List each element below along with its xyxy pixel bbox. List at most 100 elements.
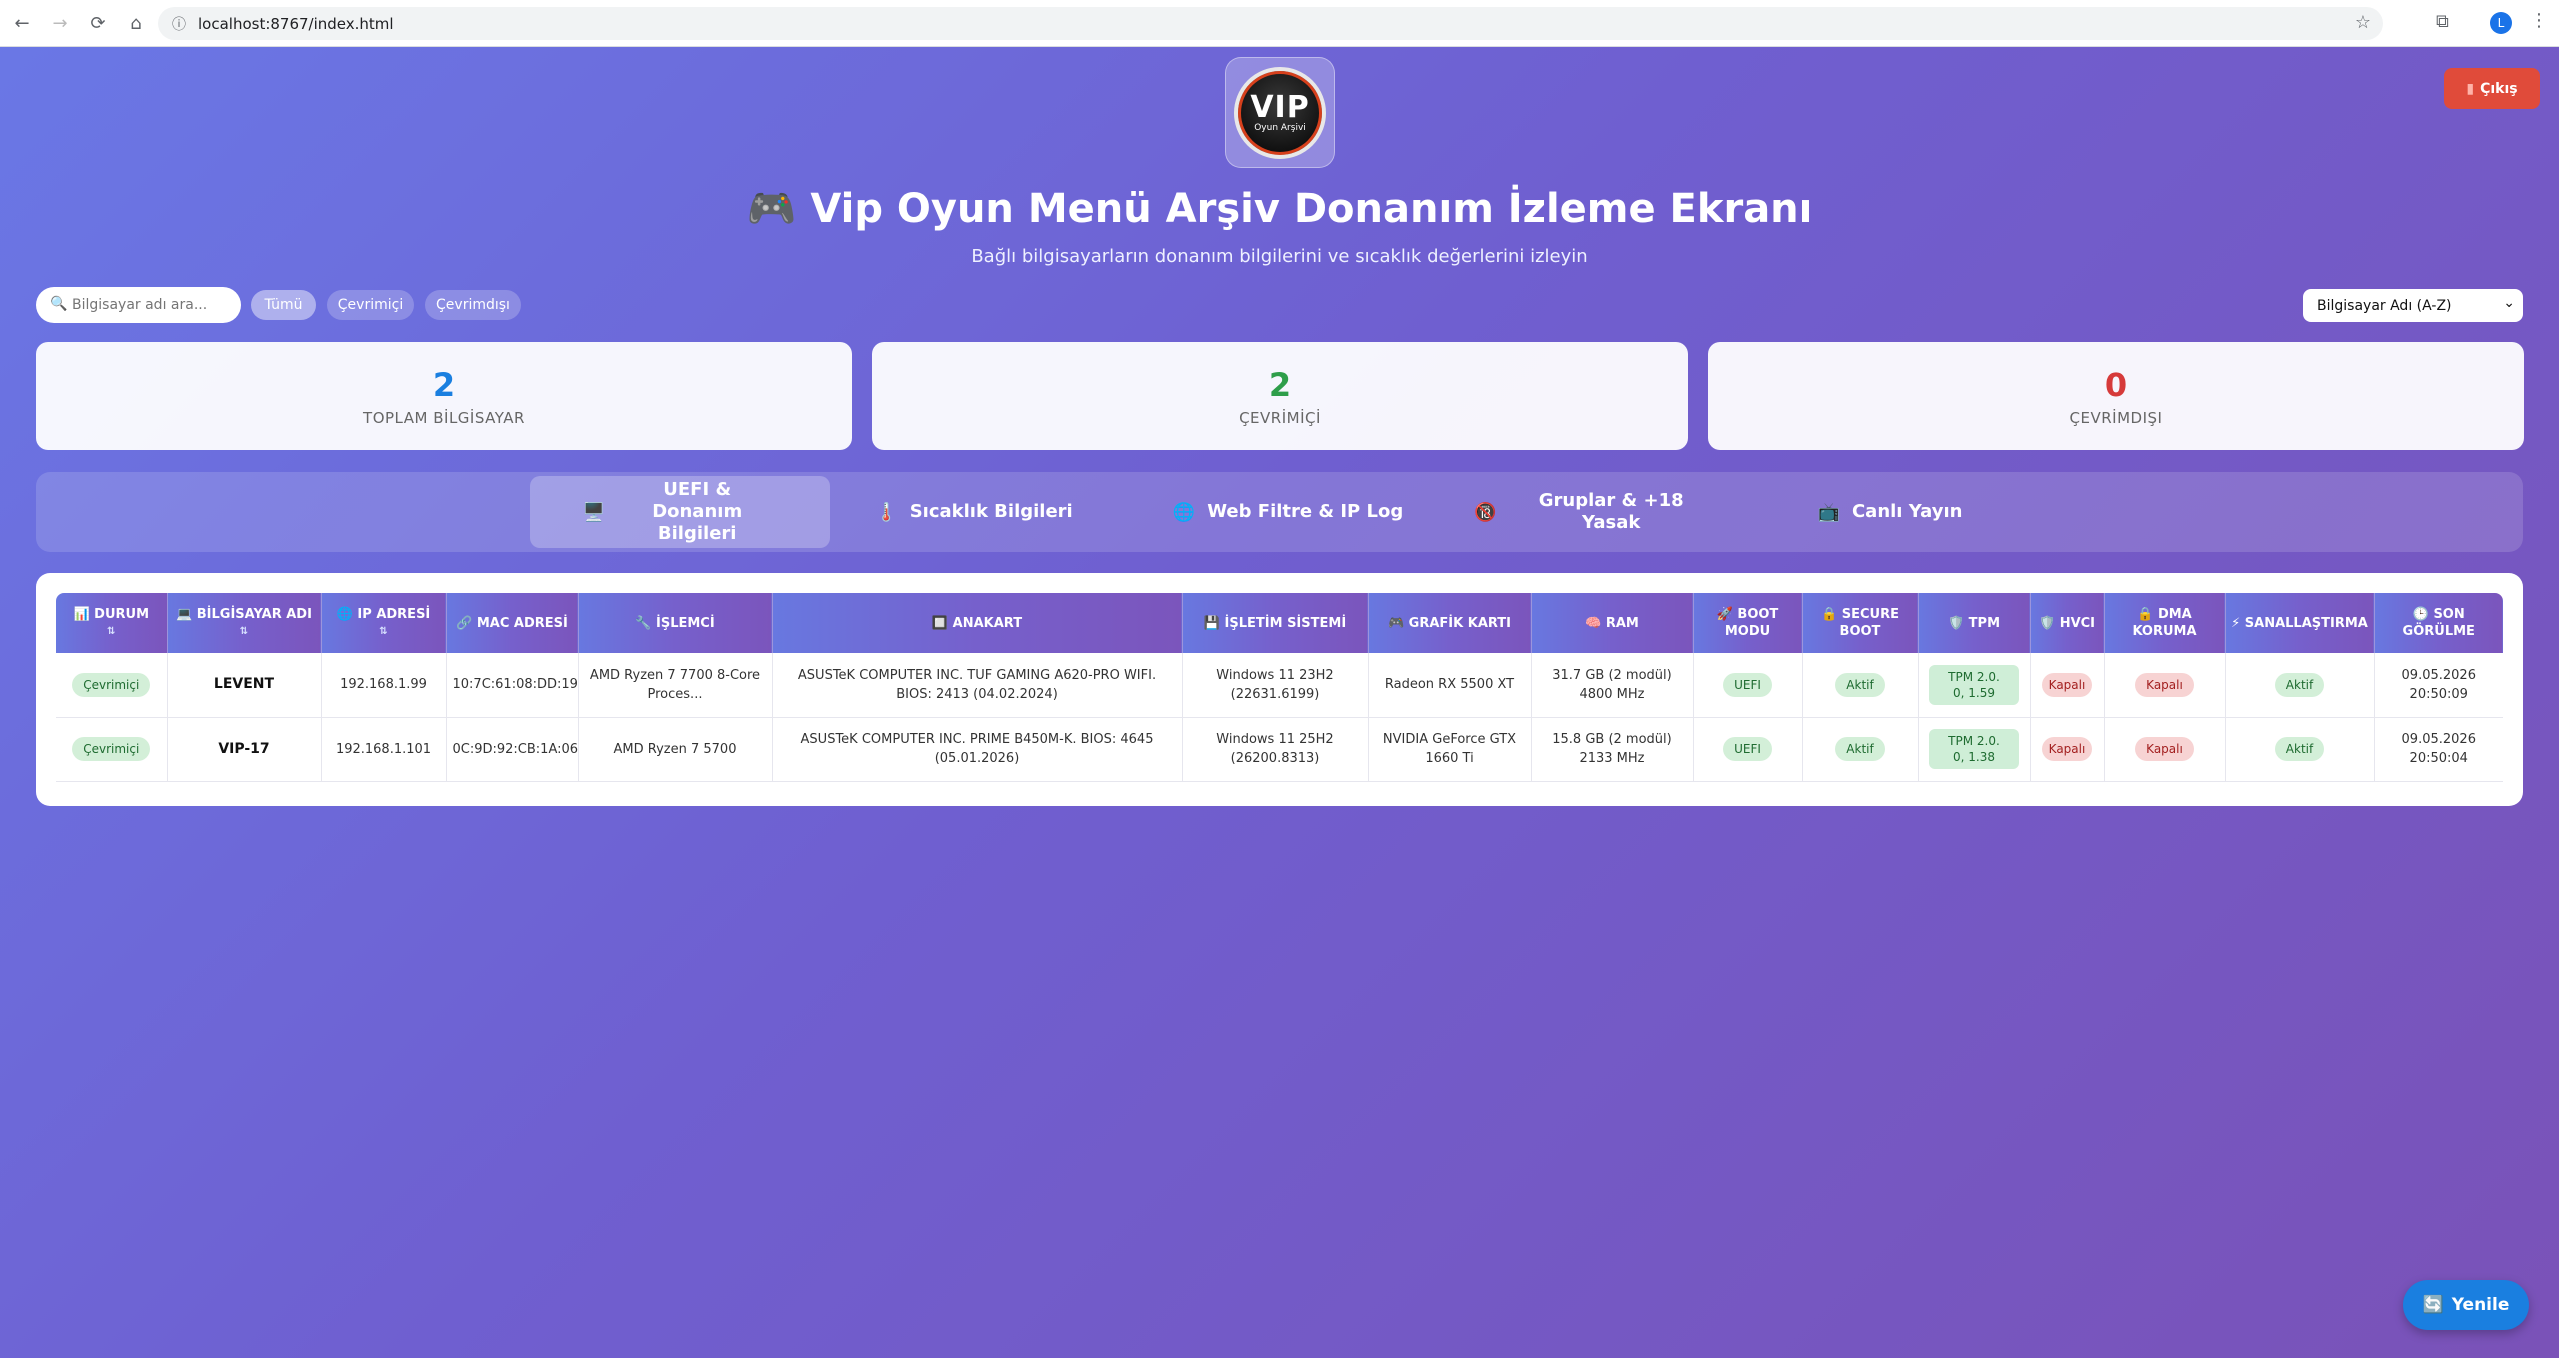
sort-icon: ⇅ [239, 626, 249, 637]
cell-dma: Kapalı [2104, 653, 2226, 718]
cell-gpu: Radeon RX 5500 XT [1368, 653, 1532, 718]
page-title: 🎮 Vip Oyun Menü Arşiv Donanım İzleme Ekr… [746, 186, 1813, 232]
boot-badge: UEFI [1723, 672, 1772, 697]
hvci-badge: Kapalı [2041, 672, 2093, 697]
col-mac: 🔗 MAC ADRESİ [446, 593, 579, 653]
col-hvci: 🛡️ HVCI [2030, 593, 2105, 653]
hardware-table-card: 📊 DURUM ⇅ 💻 BİLGİSAYAR ADI ⇅ 🌐 IP ADRESİ ⇅ … [36, 573, 2523, 806]
filter-online-button[interactable]: Çevrimiçi [327, 290, 414, 320]
home-icon[interactable]: ⌂ [120, 7, 152, 39]
page-subtitle: Bağlı bilgisayarların donanım bilgilerin… [971, 246, 1588, 267]
tab-label: Canlı Yayın [1851, 501, 1963, 522]
col-boot-mode: 🚀 BOOT MODU [1693, 593, 1803, 653]
col-status[interactable]: 📊 DURUM ⇅ [56, 593, 168, 653]
monitor-icon: 🖥️ [582, 501, 606, 523]
col-secure-boot: 🔒 SECURE BOOT [1802, 593, 1919, 653]
browser-menu-icon[interactable]: ⋮ [2530, 10, 2548, 31]
col-last-seen: 🕒 SON GÖRÜLME [2374, 593, 2503, 653]
tab-uefi-hardware[interactable]: 🖥️ UEFI & Donanım Bilgileri [530, 476, 830, 548]
stat-online-label: ÇEVRİMİÇİ [1239, 409, 1321, 427]
tab-web-filter[interactable]: 🌐 Web Filtre & IP Log [1168, 476, 1408, 548]
col-cpu: 🔧 İŞLEMCİ [578, 593, 773, 653]
site-info-icon[interactable]: ⓘ [172, 14, 186, 34]
table-row[interactable]: Çevrimiçi VIP-17 192.168.1.101 0C:9D:92:… [56, 717, 2503, 782]
browser-toolbar: ← → ⟳ ⌂ ⓘ localhost:8767/index.html ☆ ⧉ … [0, 0, 2559, 47]
logout-button[interactable]: ▮ Çıkış [2444, 68, 2540, 109]
col-motherboard: 🔲 ANAKART [772, 593, 1183, 653]
cell-name: VIP-17 [167, 717, 322, 782]
profile-avatar[interactable]: L [2490, 12, 2512, 34]
tab-live-stream[interactable]: 📺 Canlı Yayın [1810, 476, 1970, 548]
cell-mac: 0C:9D:92:CB:1A:06 [446, 717, 579, 782]
status-badge: Çevrimiçi [72, 672, 151, 697]
cell-ip: 192.168.1.101 [321, 717, 447, 782]
tv-icon: 📺 [1817, 501, 1840, 523]
forward-icon[interactable]: → [44, 7, 76, 39]
logo-main-text: VIP [1250, 89, 1310, 125]
sort-icon: ⇅ [107, 626, 116, 637]
stat-online-value: 2 [1268, 366, 1292, 404]
col-os: 💾 İŞLETİM SİSTEMİ [1182, 593, 1369, 653]
cell-dma: Kapalı [2104, 717, 2226, 782]
sort-selected-value: Bilgisayar Adı (A-Z) [2317, 297, 2452, 314]
tab-temperature[interactable]: 🌡️ Sıcaklık Bilgileri [874, 476, 1074, 548]
cell-last-seen: 09.05.2026 20:50:09 [2374, 653, 2503, 718]
stat-offline-label: ÇEVRİMDIŞI [2069, 409, 2163, 427]
url-text: localhost:8767/index.html [198, 14, 394, 33]
boot-badge: UEFI [1723, 737, 1772, 761]
cell-hvci: Kapalı [2030, 717, 2105, 782]
logo-sub-text: Oyun Arşivi [1254, 122, 1306, 133]
col-gpu: 🎮 GRAFİK KARTI [1368, 593, 1532, 653]
tpm-badge: TPM 2.0. 0, 1.38 [1929, 729, 2019, 769]
cell-boot: UEFI [1693, 653, 1803, 718]
tab-groups-adult-ban[interactable]: 🔞 Gruplar & +18 Yasak [1474, 476, 1714, 548]
no-adult-icon: 🔞 [1474, 501, 1497, 523]
cell-gpu: NVIDIA GeForce GTX 1660 Ti [1368, 717, 1532, 782]
bookmark-star-icon[interactable]: ☆ [2355, 12, 2371, 33]
cell-os: Windows 11 23H2 (22631.6199) [1182, 653, 1369, 718]
cell-mac: 10:7C:61:08:DD:19 [446, 653, 579, 718]
col-computer-name[interactable]: 💻 BİLGİSAYAR ADI ⇅ [167, 593, 322, 653]
refresh-button[interactable]: 🔄 Yenile [2403, 1280, 2529, 1330]
globe-icon: 🌐 [1172, 501, 1196, 523]
cell-last-seen: 09.05.2026 20:50:04 [2374, 717, 2503, 782]
tab-label: Sıcaklık Bilgileri [909, 501, 1073, 522]
cell-hvci: Kapalı [2030, 653, 2105, 718]
logo: VIP Oyun Arşivi [1225, 57, 1335, 168]
chevron-down-icon: ⌄ [2503, 295, 2515, 311]
status-badge: Çevrimiçi [72, 737, 151, 761]
hvci-badge: Kapalı [2041, 737, 2093, 761]
virtualization-badge: Aktif [2274, 672, 2325, 697]
col-ip[interactable]: 🌐 IP ADRESİ ⇅ [321, 593, 447, 653]
reload-icon[interactable]: ⟳ [82, 7, 114, 39]
stat-offline-value: 0 [2104, 366, 2128, 404]
address-bar[interactable]: ⓘ localhost:8767/index.html ☆ [158, 7, 2383, 40]
logo-badge: VIP Oyun Arşivi [1234, 66, 1326, 159]
extensions-icon[interactable]: ⧉ [2436, 11, 2449, 32]
search-icon: 🔍 [50, 296, 68, 312]
cell-ram: 15.8 GB (2 modül) 2133 MHz [1531, 717, 1694, 782]
cell-status: Çevrimiçi [56, 653, 168, 718]
filter-offline-button[interactable]: Çevrimdışı [425, 290, 521, 320]
header-label: 🌐 IP ADRESİ [336, 607, 431, 622]
cell-ip: 192.168.1.99 [321, 653, 447, 718]
sort-select[interactable]: Bilgisayar Adı (A-Z) ⌄ [2303, 289, 2523, 322]
header-label: 📊 DURUM [73, 607, 150, 622]
cell-secure-boot: Aktif [1802, 653, 1919, 718]
stat-total-label: TOPLAM BİLGİSAYAR [363, 409, 525, 427]
thermometer-icon: 🌡️ [875, 501, 898, 523]
header-label: 💻 BİLGİSAYAR ADI [176, 607, 312, 622]
table-row[interactable]: Çevrimiçi LEVENT 192.168.1.99 10:7C:61:0… [56, 653, 2503, 718]
filter-all-button[interactable]: Tümü [251, 290, 316, 320]
back-icon[interactable]: ← [6, 7, 38, 39]
cell-cpu: AMD Ryzen 7 7700 8-Core Proces... [578, 653, 773, 718]
cell-motherboard: ASUSTeK COMPUTER INC. TUF GAMING A620-PR… [772, 653, 1183, 718]
col-virtualization: ⚡ SANALLAŞTIRMA [2225, 593, 2375, 653]
col-dma: 🔒 DMA KORUMA [2104, 593, 2226, 653]
stat-card-online: 2 ÇEVRİMİÇİ [872, 342, 1688, 450]
stat-card-offline: 0 ÇEVRİMDIŞI [1708, 342, 2524, 450]
secure-boot-badge: Aktif [1835, 672, 1885, 697]
cell-cpu: AMD Ryzen 7 5700 [578, 717, 773, 782]
stat-card-total: 2 TOPLAM BİLGİSAYAR [36, 342, 852, 450]
secure-boot-badge: Aktif [1835, 737, 1885, 761]
